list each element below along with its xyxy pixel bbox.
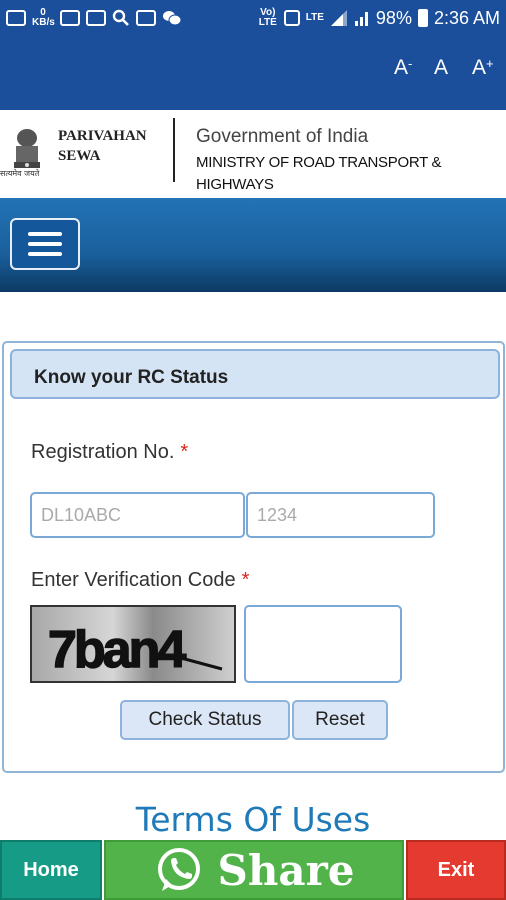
lte-indicator: LTE: [305, 12, 324, 23]
normal-font-label: A: [434, 56, 449, 79]
form-title: Know your RC Status: [10, 349, 500, 399]
registration-label-text: Registration No.: [31, 441, 175, 463]
terms-of-use-link[interactable]: Terms Of Uses: [0, 800, 506, 839]
reset-button[interactable]: Reset: [292, 700, 388, 740]
verification-label: Enter Verification Code *: [31, 569, 249, 592]
brand-line-1: PARIVAHAN: [58, 128, 147, 144]
menu-icon-bar: [28, 252, 62, 256]
ministry-line-1: MINISTRY OF ROAD TRANSPORT &: [196, 154, 442, 171]
menu-icon-bar: [28, 242, 62, 246]
menu-icon-bar: [28, 232, 62, 236]
government-title: Government of India: [196, 126, 369, 147]
status-bar: 0 KB/s Vo) LTE LTE 98% 2:36 AM: [0, 0, 506, 36]
required-mark: *: [180, 441, 189, 463]
ministry-line-2: HIGHWAYS: [196, 176, 274, 193]
emblem-caption: सत्यमेव जयते: [0, 169, 40, 178]
battery-percent: 98%: [375, 7, 412, 28]
captcha-text: 7ban4: [48, 621, 186, 679]
registration-part1-input[interactable]: [30, 492, 245, 538]
battery-icon: [417, 9, 428, 27]
home-button[interactable]: Home: [0, 840, 102, 900]
navigation-bar: [0, 198, 506, 292]
decrease-font-label: A: [394, 56, 409, 79]
share-button[interactable]: Share: [104, 840, 404, 900]
bottom-action-bar: Home Share Exit: [0, 838, 506, 900]
captcha-input[interactable]: [244, 605, 402, 683]
screenshot-icon: [60, 10, 80, 26]
site-header: सत्यमेव जयते PARIVAHAN SEWA Government o…: [0, 110, 506, 198]
decrease-font-sup: -: [408, 56, 413, 71]
verification-label-text: Enter Verification Code: [31, 569, 236, 591]
system-icons: Vo) LTE LTE 98% 2:36 AM: [258, 8, 500, 29]
check-status-button[interactable]: Check Status: [120, 700, 290, 740]
signal-icon-2: [354, 12, 368, 26]
increase-font-label: A: [472, 56, 487, 79]
decrease-font-button[interactable]: A-: [394, 56, 412, 80]
normal-font-button[interactable]: A: [434, 56, 448, 80]
whatsapp-icon: [157, 848, 200, 891]
search-icon: [112, 9, 129, 26]
hotspot-icon: [283, 10, 300, 26]
brand-line-2: SEWA: [58, 148, 101, 164]
menu-button[interactable]: [10, 218, 80, 270]
volte-indicator: Vo) LTE: [258, 7, 277, 28]
captcha-graphic: 7ban4: [47, 620, 223, 680]
mail-icon: [136, 10, 156, 26]
increase-font-button[interactable]: A+: [472, 56, 494, 80]
notification-icons: 0 KB/s: [6, 8, 182, 28]
notification-app-icon: [6, 10, 26, 26]
data-speed: 0 KB/s: [32, 7, 55, 28]
captcha-image: 7ban4: [30, 605, 236, 683]
gallery-icon: [86, 10, 106, 26]
registration-part2-input[interactable]: [246, 492, 435, 538]
required-mark: *: [241, 569, 250, 591]
header-divider: [173, 118, 175, 182]
signal-icon: [330, 10, 347, 26]
app-screen: 0 KB/s Vo) LTE LTE 98% 2:36 AM A- A A+ स…: [0, 0, 506, 900]
wechat-icon: [163, 11, 182, 26]
ministry-title: MINISTRY OF ROAD TRANSPORT & HIGHWAYS: [196, 152, 442, 196]
accessibility-bar: A- A A+: [0, 36, 506, 110]
clock: 2:36 AM: [433, 7, 500, 28]
rc-status-form: Know your RC Status Registration No.* En…: [2, 341, 505, 773]
share-label: Share: [217, 845, 355, 895]
brand-name[interactable]: PARIVAHAN SEWA: [58, 126, 147, 166]
increase-font-sup: +: [486, 56, 494, 71]
registration-label: Registration No. *: [31, 441, 188, 464]
exit-button[interactable]: Exit: [406, 840, 506, 900]
